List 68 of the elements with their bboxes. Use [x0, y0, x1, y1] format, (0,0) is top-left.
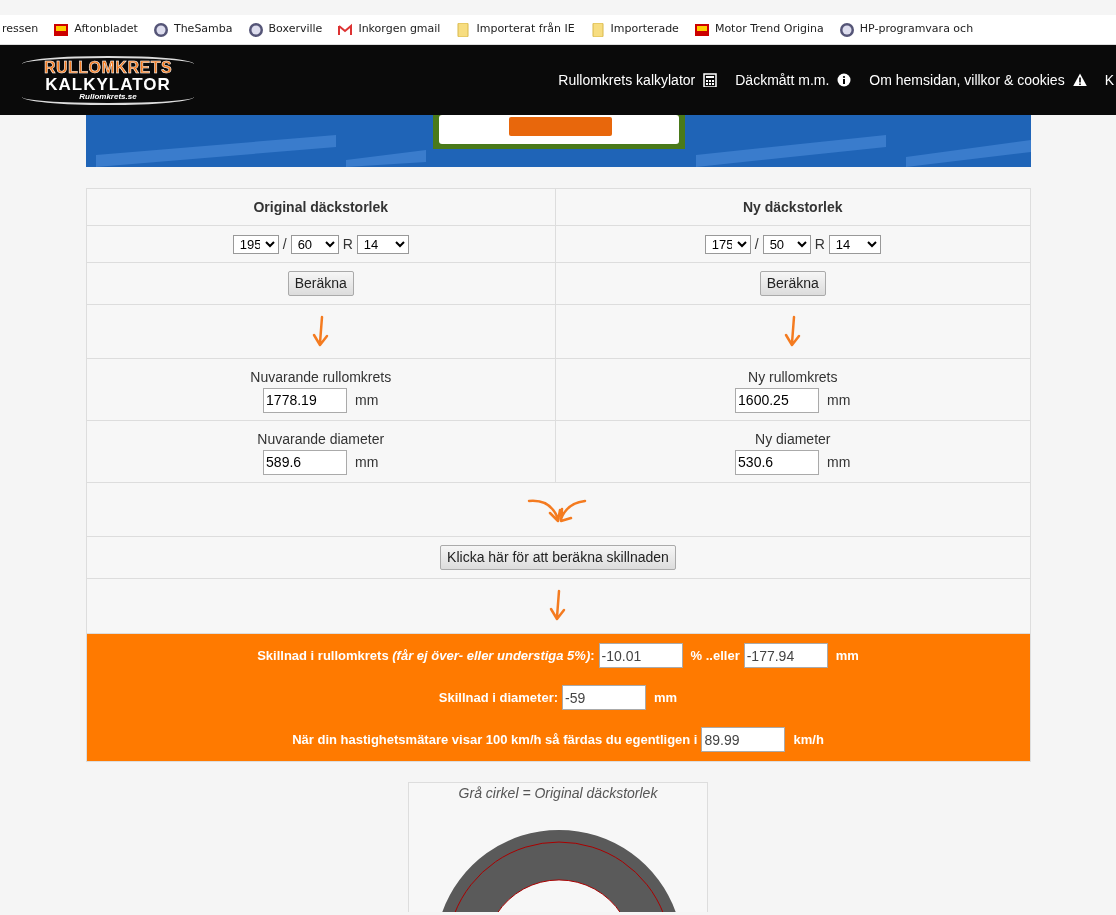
unit-label: mm: [827, 390, 851, 410]
unit-label: mm: [827, 452, 851, 472]
number-field[interactable]: 1600.25: [735, 387, 820, 413]
number-field[interactable]: 1778.19: [263, 387, 348, 413]
bookmark-link[interactable]: Importerat från IE: [476, 21, 575, 38]
logo-text: KALKYLATOR: [44, 75, 172, 93]
round-badge-icon: [839, 22, 854, 37]
round-badge-icon: [153, 22, 168, 37]
select-field[interactable]: 14: [356, 234, 409, 254]
down-arrow-icon: [548, 589, 568, 623]
bookmark-link[interactable]: Inkorgen gmail: [358, 21, 441, 38]
separator-text: /: [282, 234, 287, 254]
result-field[interactable]: -177.94: [743, 643, 828, 668]
logo[interactable]: RULLOMKRETS KALKYLATOR Rullomkrets.se: [22, 55, 194, 105]
number-field[interactable]: 589.6: [263, 449, 348, 475]
result-label: När din hastighetsmätare visar 100 km/h så färdas du egentligen i: [292, 730, 698, 749]
result-field[interactable]: -10.01: [598, 643, 683, 668]
separator-text: /: [754, 234, 759, 254]
warning-icon: [1072, 73, 1087, 87]
info-icon: [837, 73, 852, 87]
field-label: Ny rullomkrets: [748, 367, 838, 387]
tag-icon: [694, 22, 709, 37]
field-label: Nuvarande diameter: [257, 429, 385, 449]
folder-icon: [456, 22, 471, 37]
nav-link[interactable]: Däckmått m.m.: [735, 69, 852, 91]
logo-text: Rullomkrets.se: [78, 92, 138, 101]
field-label: Ny diameter: [755, 429, 831, 449]
nav-link[interactable]: Om hemsidan, villkor & cookies: [869, 69, 1087, 91]
mail-icon: [338, 22, 353, 37]
result-label: Skillnad i diameter:: [438, 688, 559, 707]
number-field[interactable]: 530.6: [735, 449, 820, 475]
unit-label: mm: [355, 390, 379, 410]
select-field[interactable]: 60: [290, 234, 339, 254]
down-arrow-icon: [310, 314, 331, 349]
unit-label: % ..eller: [690, 646, 740, 665]
bookmark-link[interactable]: HP-programvara och: [859, 21, 974, 38]
logo-text: RULLOMKRETS: [42, 59, 174, 76]
compare-button[interactable]: Klicka här för att beräkna skillnaden: [440, 545, 676, 570]
bookmark-link[interactable]: Importerade: [610, 21, 679, 38]
bookmark-link[interactable]: Boxerville: [268, 21, 323, 38]
diagram-caption: Grå cirkel = Original däckstorlek: [457, 784, 659, 803]
bookmark-link[interactable]: TheSamba: [173, 21, 233, 38]
rim-label: R: [342, 234, 353, 254]
column-heading: Ny däckstorlek: [742, 197, 843, 217]
result-label: Skillnad i rullomkrets (får ej över- eller understiga 5%):: [257, 646, 595, 665]
round-badge-icon: [248, 22, 263, 37]
unit-label: mm: [835, 646, 859, 665]
unit-label: mm: [654, 688, 678, 707]
bookmark-link[interactable]: Motor Trend Origina: [714, 21, 824, 38]
calculate-button[interactable]: Beräkna: [759, 271, 826, 296]
rim-label: R: [814, 234, 825, 254]
select-field[interactable]: 50: [762, 234, 811, 254]
nav-link[interactable]: K: [1104, 69, 1114, 91]
tag-icon: [54, 22, 69, 37]
calculate-button[interactable]: Beräkna: [287, 271, 354, 296]
down-arrow-icon: [782, 314, 803, 349]
unit-label: mm: [355, 452, 379, 472]
folder-icon: [590, 22, 605, 37]
result-field[interactable]: -59: [562, 685, 647, 710]
result-field[interactable]: 89.99: [701, 727, 786, 752]
column-heading: Original däckstorlek: [253, 197, 389, 217]
field-label: Nuvarande rullomkrets: [250, 367, 392, 387]
bookmark-link[interactable]: ressen: [2, 21, 39, 38]
nav-link[interactable]: Rullomkrets kalkylator: [558, 69, 718, 91]
calculator-icon: [703, 73, 718, 87]
unit-label: km/h: [793, 730, 824, 749]
bookmark-link[interactable]: Aftonbladet: [74, 21, 138, 38]
select-field[interactable]: 14: [828, 234, 881, 254]
